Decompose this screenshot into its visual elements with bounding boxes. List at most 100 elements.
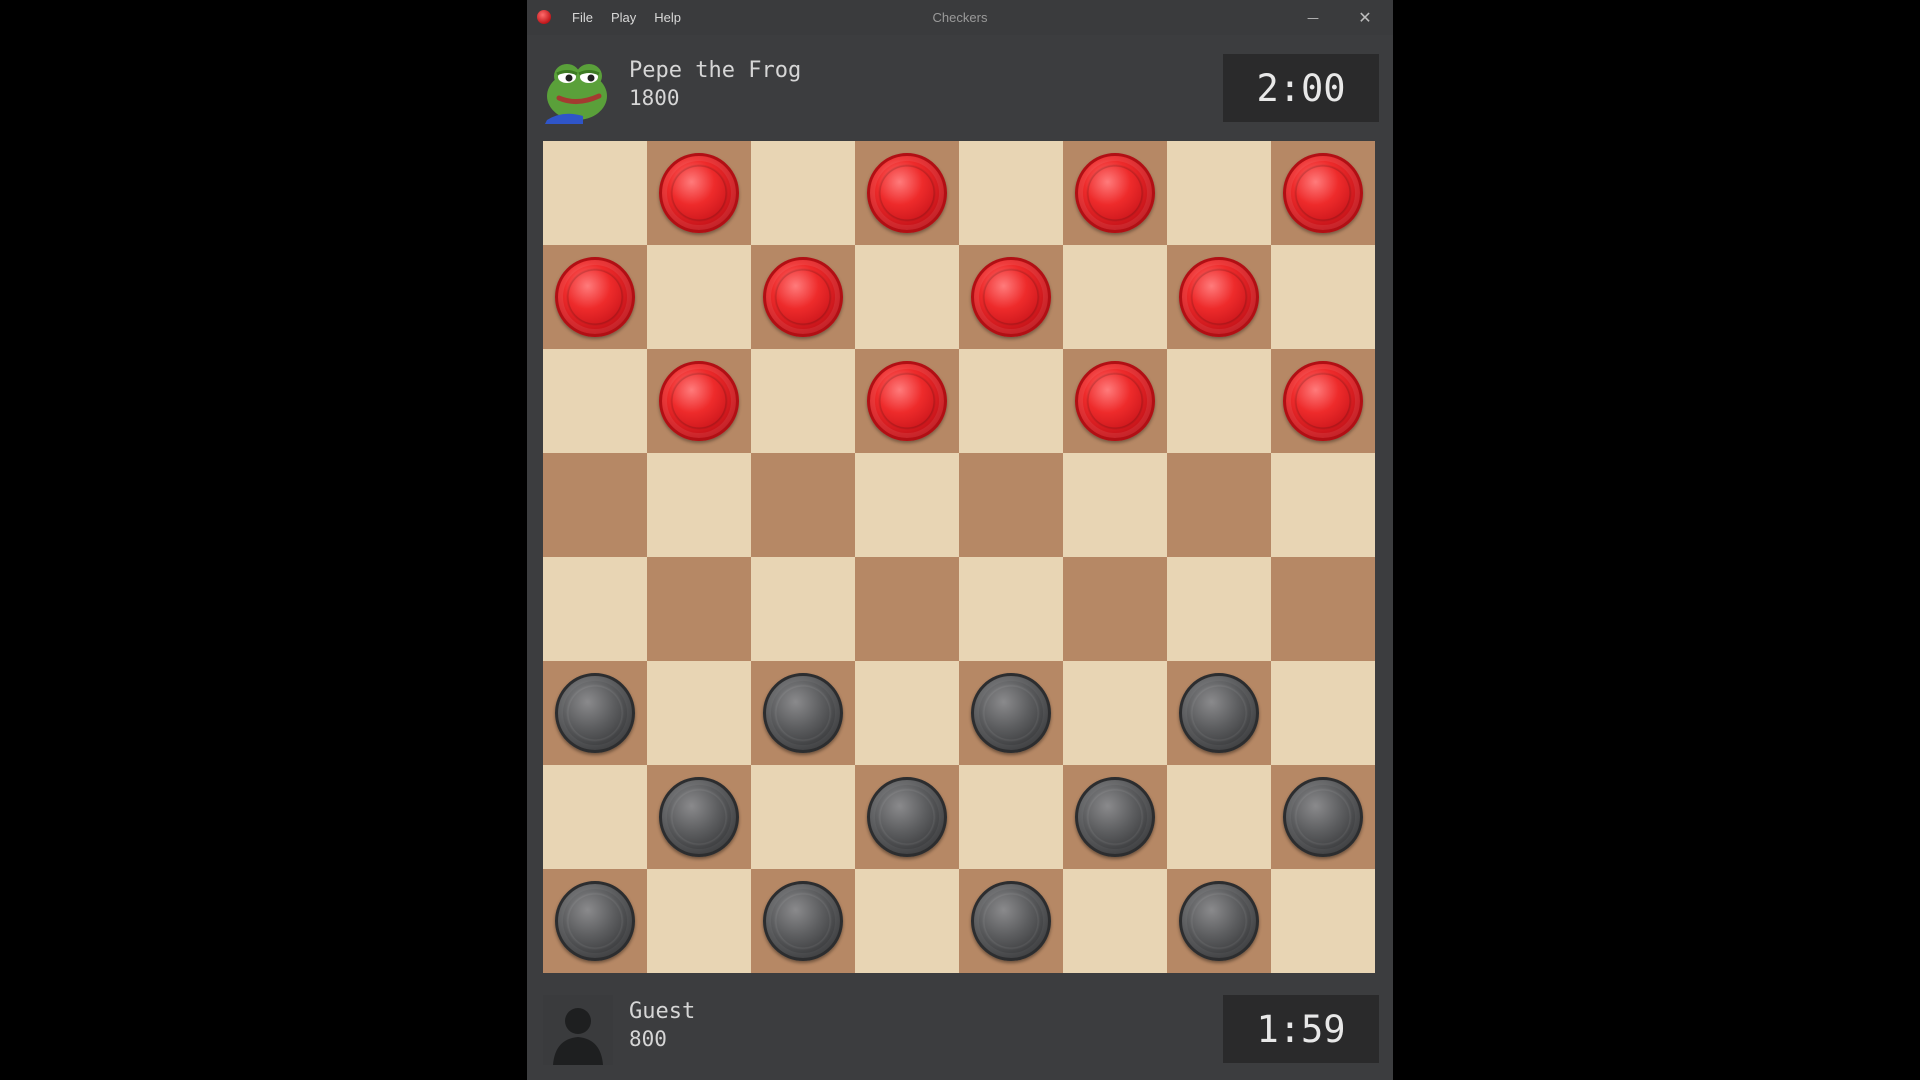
square-c1[interactable] <box>751 869 855 973</box>
square-g2[interactable] <box>1167 765 1271 869</box>
square-a8[interactable] <box>543 141 647 245</box>
black-checker-piece[interactable] <box>971 673 1051 753</box>
square-e2[interactable] <box>959 765 1063 869</box>
square-f5[interactable] <box>1063 453 1167 557</box>
square-e1[interactable] <box>959 869 1063 973</box>
square-g8[interactable] <box>1167 141 1271 245</box>
red-checker-piece[interactable] <box>867 361 947 441</box>
square-b5[interactable] <box>647 453 751 557</box>
square-d6[interactable] <box>855 349 959 453</box>
opponent-name: Pepe the Frog <box>629 58 802 83</box>
square-e6[interactable] <box>959 349 1063 453</box>
square-a6[interactable] <box>543 349 647 453</box>
black-checker-piece[interactable] <box>1179 881 1259 961</box>
square-h2[interactable] <box>1271 765 1375 869</box>
square-g3[interactable] <box>1167 661 1271 765</box>
red-checker-piece[interactable] <box>659 361 739 441</box>
square-h4[interactable] <box>1271 557 1375 661</box>
square-h8[interactable] <box>1271 141 1375 245</box>
black-checker-piece[interactable] <box>555 881 635 961</box>
menu-file[interactable]: File <box>572 10 593 25</box>
square-c4[interactable] <box>751 557 855 661</box>
black-checker-piece[interactable] <box>1075 777 1155 857</box>
square-b6[interactable] <box>647 349 751 453</box>
black-checker-piece[interactable] <box>1179 673 1259 753</box>
opponent-clock: 2:00 <box>1223 54 1379 122</box>
square-g4[interactable] <box>1167 557 1271 661</box>
menu-play[interactable]: Play <box>611 10 636 25</box>
square-d3[interactable] <box>855 661 959 765</box>
square-e3[interactable] <box>959 661 1063 765</box>
square-a5[interactable] <box>543 453 647 557</box>
close-button[interactable]: ✕ <box>1345 0 1385 35</box>
square-d1[interactable] <box>855 869 959 973</box>
square-h7[interactable] <box>1271 245 1375 349</box>
player-panel: Guest 800 1:59 <box>543 993 1379 1065</box>
square-b3[interactable] <box>647 661 751 765</box>
square-e7[interactable] <box>959 245 1063 349</box>
black-checker-piece[interactable] <box>971 881 1051 961</box>
square-c7[interactable] <box>751 245 855 349</box>
black-checker-piece[interactable] <box>555 673 635 753</box>
square-c8[interactable] <box>751 141 855 245</box>
close-icon: ✕ <box>1358 8 1372 27</box>
black-checker-piece[interactable] <box>763 673 843 753</box>
square-c6[interactable] <box>751 349 855 453</box>
square-h5[interactable] <box>1271 453 1375 557</box>
square-a3[interactable] <box>543 661 647 765</box>
black-checker-piece[interactable] <box>867 777 947 857</box>
black-checker-piece[interactable] <box>1283 777 1363 857</box>
square-f8[interactable] <box>1063 141 1167 245</box>
black-checker-piece[interactable] <box>659 777 739 857</box>
red-checker-piece[interactable] <box>1283 153 1363 233</box>
red-checker-piece[interactable] <box>1179 257 1259 337</box>
square-e8[interactable] <box>959 141 1063 245</box>
square-g1[interactable] <box>1167 869 1271 973</box>
black-checker-piece[interactable] <box>763 881 843 961</box>
app-icon[interactable] <box>537 10 551 24</box>
square-b4[interactable] <box>647 557 751 661</box>
square-a4[interactable] <box>543 557 647 661</box>
square-b1[interactable] <box>647 869 751 973</box>
square-d7[interactable] <box>855 245 959 349</box>
menu-help[interactable]: Help <box>654 10 681 25</box>
minimize-button[interactable]: — <box>1293 0 1333 35</box>
square-a2[interactable] <box>543 765 647 869</box>
square-c3[interactable] <box>751 661 855 765</box>
square-g5[interactable] <box>1167 453 1271 557</box>
square-d8[interactable] <box>855 141 959 245</box>
square-d4[interactable] <box>855 557 959 661</box>
square-g6[interactable] <box>1167 349 1271 453</box>
square-d2[interactable] <box>855 765 959 869</box>
square-e4[interactable] <box>959 557 1063 661</box>
red-checker-piece[interactable] <box>763 257 843 337</box>
square-h6[interactable] <box>1271 349 1375 453</box>
square-f3[interactable] <box>1063 661 1167 765</box>
red-checker-piece[interactable] <box>1075 153 1155 233</box>
square-c2[interactable] <box>751 765 855 869</box>
square-f6[interactable] <box>1063 349 1167 453</box>
square-h3[interactable] <box>1271 661 1375 765</box>
square-b2[interactable] <box>647 765 751 869</box>
square-c5[interactable] <box>751 453 855 557</box>
square-f4[interactable] <box>1063 557 1167 661</box>
red-checker-piece[interactable] <box>1075 361 1155 441</box>
square-g7[interactable] <box>1167 245 1271 349</box>
square-b7[interactable] <box>647 245 751 349</box>
square-e5[interactable] <box>959 453 1063 557</box>
square-h1[interactable] <box>1271 869 1375 973</box>
red-checker-piece[interactable] <box>867 153 947 233</box>
red-checker-piece[interactable] <box>1283 361 1363 441</box>
red-checker-piece[interactable] <box>971 257 1051 337</box>
square-f2[interactable] <box>1063 765 1167 869</box>
red-checker-piece[interactable] <box>659 153 739 233</box>
square-f1[interactable] <box>1063 869 1167 973</box>
checkers-board[interactable] <box>543 141 1375 973</box>
square-a7[interactable] <box>543 245 647 349</box>
square-b8[interactable] <box>647 141 751 245</box>
square-d5[interactable] <box>855 453 959 557</box>
red-checker-piece[interactable] <box>555 257 635 337</box>
square-a1[interactable] <box>543 869 647 973</box>
square-f7[interactable] <box>1063 245 1167 349</box>
opponent-panel: Pepe the Frog 1800 2:00 <box>543 52 1379 124</box>
